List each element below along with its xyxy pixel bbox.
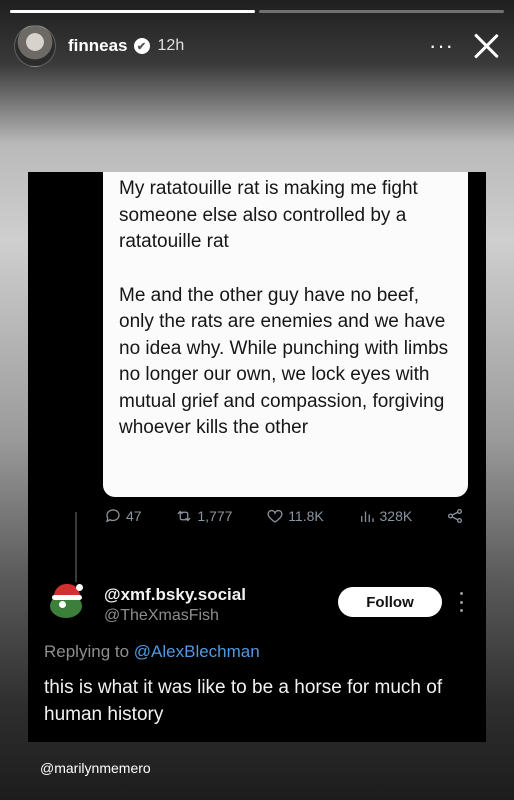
close-icon[interactable]	[472, 32, 500, 60]
story-progress-bar	[10, 10, 504, 13]
kebab-menu-icon[interactable]	[458, 592, 464, 612]
profile-avatar[interactable]	[14, 25, 56, 67]
reply-count-value: 47	[126, 508, 142, 524]
replying-to-prefix: Replying to	[44, 642, 134, 661]
heart-icon	[267, 509, 283, 523]
repost-count[interactable]: 1,777	[175, 507, 232, 525]
share-button[interactable]	[446, 507, 464, 525]
replying-to-line: Replying to @AlexBlechman	[44, 642, 260, 662]
story-timestamp: 12h	[157, 37, 185, 54]
story-username[interactable]: finneas	[68, 36, 128, 56]
reply-count[interactable]: 47	[104, 507, 142, 525]
reply-avatar[interactable]	[48, 582, 86, 620]
quoted-post-card: My ratatouille rat is making me fight so…	[103, 172, 468, 497]
quote-paragraph-2: Me and the other guy have no beef, only …	[119, 284, 449, 439]
view-count[interactable]: 328K	[358, 507, 413, 525]
like-count[interactable]: 11.8K	[266, 507, 324, 525]
embedded-post-screenshot: My ratatouille rat is making me fight so…	[28, 172, 486, 742]
credit-mention[interactable]: @marilynmemero	[40, 760, 151, 776]
follow-button[interactable]: Follow	[338, 587, 442, 617]
repost-count-value: 1,777	[197, 508, 233, 524]
share-icon	[447, 508, 463, 524]
reply-bubble-icon	[106, 509, 120, 523]
santa-hat-trim	[52, 595, 82, 600]
more-options-icon[interactable]: ···	[429, 35, 454, 57]
story-header: finneas ✔ 12h ···	[14, 22, 500, 70]
reply-display-name[interactable]: @xmf.bsky.social	[104, 585, 246, 605]
like-count-value: 11.8K	[288, 508, 324, 524]
progress-segment-2	[259, 10, 504, 13]
progress-segment-1	[10, 10, 255, 13]
views-chart-icon	[360, 511, 374, 522]
reply-body-text: this is what it was like to be a horse f…	[44, 677, 443, 725]
repost-icon	[177, 510, 191, 522]
view-count-value: 328K	[379, 508, 413, 524]
verified-badge-icon: ✔	[133, 38, 150, 54]
santa-hat-pompom	[76, 584, 83, 591]
thread-connector-line	[75, 512, 77, 582]
quote-paragraph-1: My ratatouille rat is making me fight so…	[119, 178, 418, 252]
header-actions: ···	[429, 32, 500, 60]
post-metrics-bar: 47 1,777 11.8K 328K	[104, 507, 464, 525]
reply-handle[interactable]: @TheXmasFish	[104, 607, 219, 625]
avatar-fish-eye	[59, 601, 66, 608]
replying-to-mention-link[interactable]: @AlexBlechman	[134, 642, 260, 661]
progress-fill-1	[10, 10, 255, 13]
